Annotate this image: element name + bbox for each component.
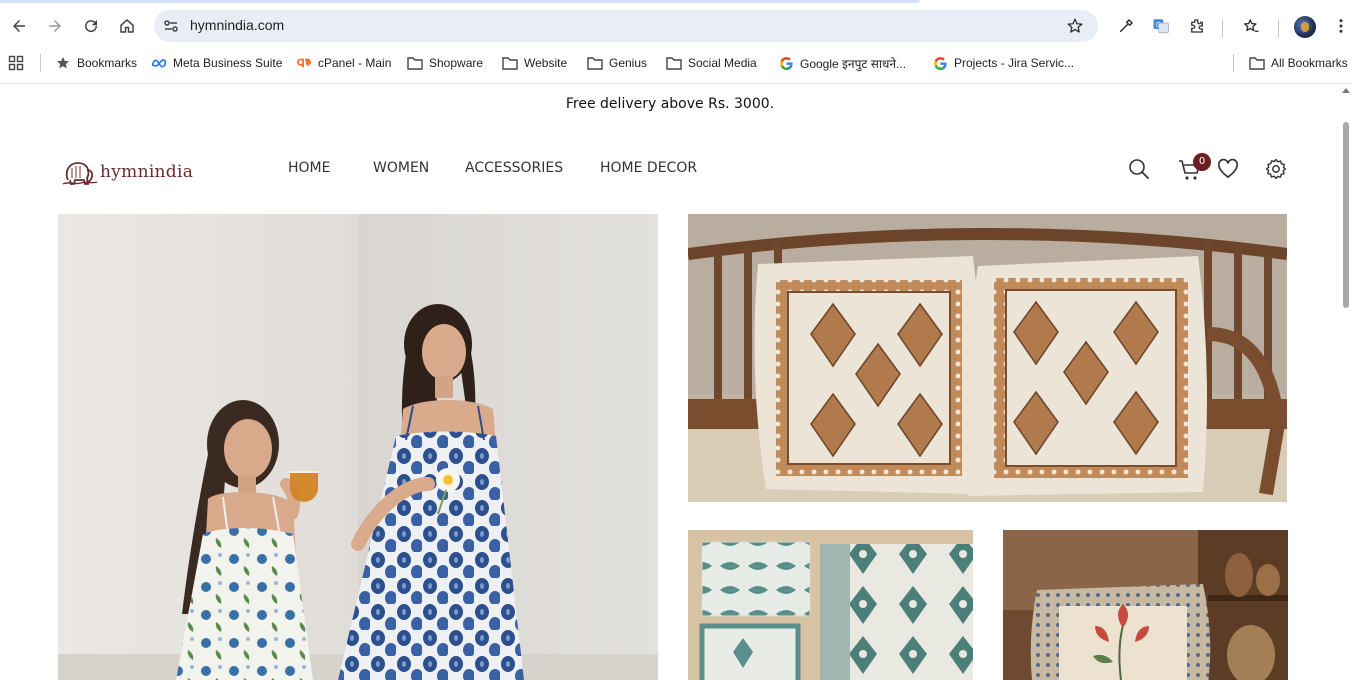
folder-icon	[407, 55, 423, 71]
floral-cushion-banner[interactable]	[1003, 530, 1288, 680]
site-logo[interactable]: hymnindia	[62, 155, 196, 189]
browser-toolbar: hymnindia.com G	[0, 4, 1352, 48]
bookmark-label: Meta Business Suite	[173, 56, 283, 70]
scrollbar-thumb[interactable]	[1343, 122, 1349, 308]
elephant-logo-icon	[62, 162, 98, 185]
eyedropper-icon	[1120, 18, 1134, 32]
forward-button[interactable]	[41, 12, 69, 40]
toolbar-divider	[1278, 20, 1279, 38]
apps-button[interactable]	[8, 52, 30, 74]
bookmark-label: Shopware	[429, 56, 484, 70]
nav-accessories[interactable]: ACCESSORIES	[465, 160, 563, 178]
settings-button[interactable]	[1264, 157, 1288, 181]
nav-home[interactable]: HOME	[288, 160, 330, 178]
bookmark-label: Google इनपुट साधने...	[800, 56, 907, 71]
search-button[interactable]	[1127, 157, 1151, 181]
bookmarks-bar: Bookmarks Meta Business Suite cPanel - M…	[0, 48, 1352, 78]
star-icon	[55, 55, 71, 71]
cushions-image	[688, 214, 1287, 502]
floral-cushion-image	[1003, 530, 1288, 680]
gear-icon	[1265, 158, 1287, 180]
cpanel-icon	[296, 55, 312, 71]
star-list-icon	[1244, 19, 1259, 32]
bookmark-label: Social Media	[688, 56, 757, 70]
home-icon	[120, 19, 134, 33]
bookmark-label: All Bookmarks	[1271, 56, 1348, 70]
bookmark-folder[interactable]: Shopware	[407, 52, 483, 74]
bookmarks-divider	[40, 54, 41, 72]
meta-icon	[151, 55, 167, 71]
bookmark-folder[interactable]: Social Media	[666, 52, 757, 74]
logo-wordmark: hymnindia	[100, 162, 194, 182]
bookmark-label: cPanel - Main	[318, 56, 392, 70]
back-arrow-icon	[13, 20, 25, 32]
bookmark-item[interactable]: Projects - Jira Servic...	[932, 52, 1074, 74]
toolbar-divider	[1222, 20, 1223, 38]
search-icon	[1129, 159, 1149, 179]
cart-count-badge: 0	[1193, 153, 1211, 171]
heart-icon	[1217, 158, 1239, 178]
chrome-divider	[0, 83, 1352, 84]
forward-arrow-icon	[49, 20, 61, 32]
fabric-swatches-banner[interactable]	[688, 530, 973, 680]
url-text[interactable]: hymnindia.com	[190, 17, 284, 33]
kebab-menu-icon	[1339, 19, 1343, 33]
bookmark-item[interactable]: Meta Business Suite	[151, 52, 282, 74]
back-button[interactable]	[5, 12, 33, 40]
bookmark-label: Projects - Jira Servic...	[954, 56, 1075, 70]
bookmark-star-icon[interactable]	[1066, 17, 1084, 35]
folder-icon	[666, 55, 682, 71]
scroll-up-arrow[interactable]	[1342, 88, 1350, 93]
fabric-swatches-image	[688, 530, 973, 680]
puzzle-icon	[1191, 19, 1203, 33]
browser-menu-button[interactable]	[1327, 12, 1352, 40]
google-icon	[778, 55, 794, 71]
folder-icon	[502, 55, 518, 71]
folder-icon	[1249, 55, 1265, 71]
translate-icon: G	[1153, 19, 1169, 34]
all-bookmarks-folder[interactable]: All Bookmarks	[1249, 52, 1348, 74]
bookmark-item[interactable]: cPanel - Main	[296, 52, 391, 74]
bookmark-label: Bookmarks	[77, 56, 138, 70]
bookmarks-divider	[1233, 54, 1234, 72]
address-bar[interactable]: hymnindia.com	[154, 10, 1098, 42]
page-scrollbar[interactable]	[1340, 84, 1352, 680]
wishlist-button[interactable]	[1216, 157, 1240, 181]
home-button[interactable]	[113, 12, 141, 40]
bookmark-folder[interactable]: Genius	[587, 52, 647, 74]
bookmarks-side-panel-button[interactable]	[1237, 12, 1265, 40]
google-translate-button[interactable]: G	[1147, 12, 1175, 40]
apps-grid-icon	[8, 55, 24, 71]
home-decor-cushions-banner[interactable]	[688, 214, 1287, 502]
bookmark-folder[interactable]: Website	[502, 52, 567, 74]
active-tab-indicator	[0, 0, 920, 3]
announcement-bar: Free delivery above Rs. 3000.	[565, 96, 775, 112]
bookmark-label: Genius	[609, 56, 648, 70]
profile-avatar[interactable]	[1294, 16, 1316, 38]
reload-icon	[85, 20, 98, 33]
site-info-icon[interactable]	[163, 18, 179, 34]
bookmark-label: Website	[524, 56, 568, 70]
hero-women-banner[interactable]	[58, 214, 658, 680]
bookmark-item[interactable]: Bookmarks	[55, 52, 137, 74]
bookmark-item[interactable]: Google इनपुट साधने...	[778, 52, 906, 74]
folder-icon	[587, 55, 603, 71]
reload-button[interactable]	[77, 12, 105, 40]
nav-home-decor[interactable]: HOME DECOR	[600, 160, 697, 178]
eyedropper-extension-button[interactable]	[1112, 12, 1140, 40]
svg-text:G: G	[1156, 21, 1161, 29]
google-icon	[932, 55, 948, 71]
nav-women[interactable]: WOMEN	[373, 160, 429, 178]
women-dresses-image	[58, 214, 658, 680]
extensions-button[interactable]	[1183, 12, 1211, 40]
